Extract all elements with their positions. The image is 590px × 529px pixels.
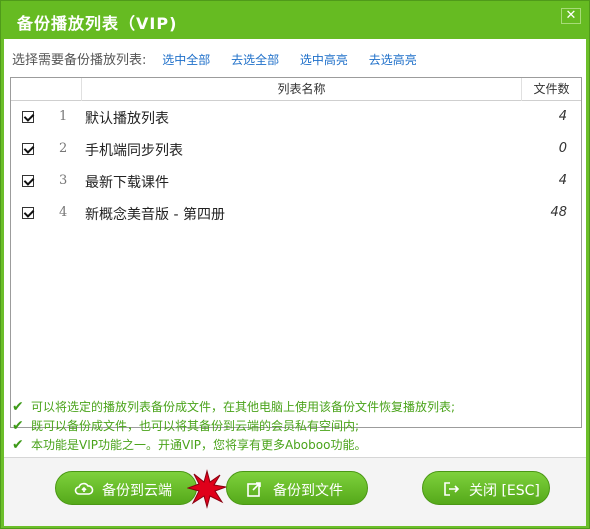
row-count: 4 (558, 173, 567, 188)
playlist-list: 列表名称 文件数 1 默认播放列表 4 2 手机端同步列表 0 3 最新下载课件 4 4 新概念美音… (10, 77, 582, 428)
row-count: 48 (550, 205, 567, 220)
row-name: 最新下载课件 (85, 175, 169, 191)
close-label: 关闭 [ESC] (469, 483, 540, 499)
row-index: 2 (59, 141, 68, 156)
list-item[interactable]: 1 默认播放列表 4 (11, 101, 581, 133)
note-text: 既可以备份成文件，也可以将其备份到云端的会员私有空间内; (31, 419, 360, 433)
row-index: 3 (59, 173, 68, 188)
backup-playlist-dialog: 备份播放列表（VIP) ✕ 选择需要备份播放列表: 选中全部 去选全部 选中高亮… (0, 0, 590, 529)
dialog-body: 选择需要备份播放列表: 选中全部 去选全部 选中高亮 去选高亮 列表名称 文件数… (4, 39, 586, 526)
exit-icon (444, 482, 460, 496)
check-icon: ✔ (12, 399, 24, 415)
list-item[interactable]: 2 手机端同步列表 0 (11, 133, 581, 165)
backup-cloud-button[interactable]: 备份到云端 (55, 471, 197, 505)
select-highlight-link[interactable]: 选中高亮 (300, 53, 348, 67)
dialog-title: 备份播放列表（VIP) (17, 14, 178, 33)
deselect-highlight-link[interactable]: 去选高亮 (369, 53, 417, 67)
toolbar-label: 选择需要备份播放列表: (12, 53, 147, 68)
row-checkbox[interactable] (22, 175, 34, 187)
cloud-upload-icon (74, 482, 94, 495)
row-checkbox[interactable] (22, 111, 34, 123)
dialog-footer: 备份到云端 备份到文件 关闭 [ESC] (4, 457, 586, 526)
check-icon: ✔ (12, 437, 24, 453)
list-item[interactable]: 3 最新下载课件 4 (11, 165, 581, 197)
title-bar[interactable]: 备份播放列表（VIP) ✕ (1, 1, 589, 39)
column-header-name[interactable]: 列表名称 (81, 78, 521, 101)
note-text: 可以将选定的播放列表备份成文件，在其他电脑上使用该备份文件恢复播放列表; (31, 400, 456, 414)
note-item: ✔ 可以将选定的播放列表备份成文件，在其他电脑上使用该备份文件恢复播放列表; (12, 398, 455, 417)
row-checkbox[interactable] (22, 143, 34, 155)
backup-file-label: 备份到文件 (273, 483, 343, 499)
close-icon[interactable]: ✕ (561, 8, 581, 24)
select-all-link[interactable]: 选中全部 (162, 53, 210, 67)
column-header-count[interactable]: 文件数 (521, 78, 581, 101)
check-icon: ✔ (12, 418, 24, 434)
note-text: 本功能是VIP功能之一。开通VIP，您将享有更多Aboboo功能。 (31, 438, 367, 452)
row-index: 1 (59, 109, 68, 124)
row-count: 4 (558, 109, 567, 124)
selection-toolbar: 选择需要备份播放列表: 选中全部 去选全部 选中高亮 去选高亮 (12, 49, 434, 68)
deselect-all-link[interactable]: 去选全部 (231, 53, 279, 67)
notes: ✔ 可以将选定的播放列表备份成文件，在其他电脑上使用该备份文件恢复播放列表; ✔ 既可… (12, 398, 455, 455)
close-button[interactable]: 关闭 [ESC] (422, 471, 550, 505)
file-export-icon (247, 482, 261, 497)
list-item[interactable]: 4 新概念美音版 - 第四册 48 (11, 197, 581, 229)
starburst-highlight-icon (187, 469, 227, 509)
backup-file-button[interactable]: 备份到文件 (226, 471, 368, 505)
row-name: 手机端同步列表 (85, 143, 183, 159)
backup-cloud-label: 备份到云端 (102, 483, 172, 499)
row-index: 4 (59, 205, 68, 220)
note-item: ✔ 本功能是VIP功能之一。开通VIP，您将享有更多Aboboo功能。 (12, 436, 455, 455)
list-header: 列表名称 文件数 (11, 78, 581, 101)
row-name: 新概念美音版 - 第四册 (85, 207, 225, 223)
row-name: 默认播放列表 (85, 111, 169, 127)
note-item: ✔ 既可以备份成文件，也可以将其备份到云端的会员私有空间内; (12, 417, 455, 436)
row-count: 0 (558, 141, 567, 156)
row-checkbox[interactable] (22, 207, 34, 219)
